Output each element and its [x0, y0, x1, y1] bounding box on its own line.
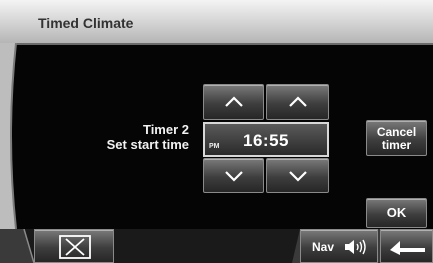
timer-labels: Timer 2 Set start time	[107, 122, 189, 152]
page-title: Timed Climate	[38, 15, 134, 31]
ok-button[interactable]: OK	[366, 198, 427, 228]
back-arrow-icon	[390, 241, 425, 255]
timed-climate-screen: Timed Climate Timer 2 Set start time PM …	[0, 0, 433, 263]
left-frame-decoration	[0, 43, 17, 229]
chevron-down-icon	[224, 170, 243, 182]
timer-name: Timer 2	[142, 122, 189, 137]
nav-label: Nav	[312, 240, 335, 254]
chevron-up-icon	[224, 96, 243, 107]
hour-up-button[interactable]	[203, 84, 264, 120]
close-button[interactable]	[34, 229, 114, 263]
hour-down-button[interactable]	[203, 158, 264, 193]
minute-down-button[interactable]	[266, 158, 329, 193]
start-time-display: PM 16:55	[203, 122, 329, 157]
chevron-down-icon	[288, 170, 307, 182]
title-bar: Timed Climate	[0, 0, 433, 45]
chevron-up-icon	[288, 96, 307, 107]
bottom-bar: Nav	[0, 229, 433, 263]
time-value: 16:55	[243, 131, 289, 150]
back-button[interactable]	[380, 229, 433, 263]
ok-label: OK	[386, 205, 407, 220]
minute-up-button[interactable]	[266, 84, 329, 120]
close-x-icon	[59, 235, 91, 259]
cancel-timer-button[interactable]: Cancel timer	[366, 120, 427, 156]
timer-label: timer	[381, 138, 412, 152]
nav-voice-button[interactable]: Nav	[300, 229, 378, 263]
set-start-time-label: Set start time	[106, 137, 189, 152]
speaker-volume-icon	[345, 239, 366, 255]
